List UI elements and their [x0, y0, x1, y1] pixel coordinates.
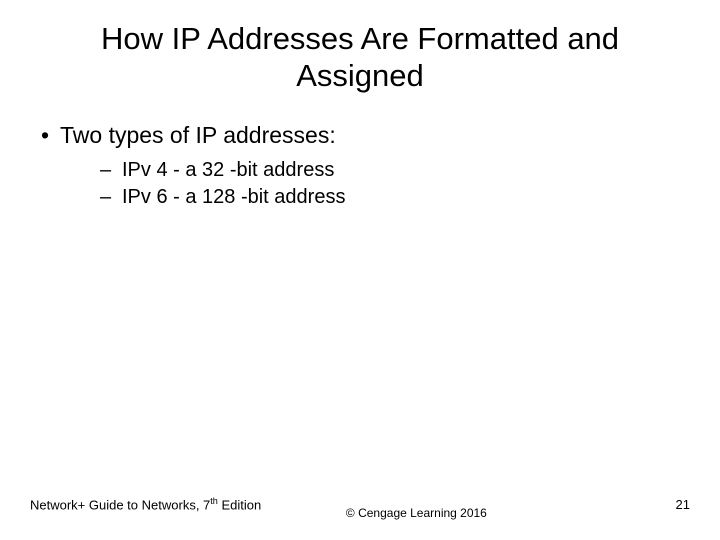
footer-left: Network+ Guide to Networks, 7th Edition [30, 496, 261, 512]
slide-content: • Two types of IP addresses: – IPv 4 - a… [0, 122, 720, 209]
bullet-text: Two types of IP addresses: [60, 122, 336, 149]
bullet-dot-icon: • [30, 122, 60, 149]
footer-left-pre: Network+ Guide to Networks, 7 [30, 497, 210, 512]
slide-title: How IP Addresses Are Formatted and Assig… [0, 20, 720, 94]
bullet-level-2: – IPv 4 - a 32 -bit address [100, 159, 720, 182]
bullet-dash-icon: – [100, 186, 122, 209]
bullet-text: IPv 6 - a 128 -bit address [122, 186, 345, 209]
footer-center: © Cengage Learning 2016 [346, 506, 487, 520]
bullet-level-1: • Two types of IP addresses: [30, 122, 720, 149]
page-number: 21 [676, 497, 690, 512]
bullet-text: IPv 4 - a 32 -bit address [122, 159, 334, 182]
footer-left-sup: th [210, 496, 218, 506]
footer-left-post: Edition [218, 497, 261, 512]
slide: How IP Addresses Are Formatted and Assig… [0, 0, 720, 540]
bullet-dash-icon: – [100, 159, 122, 182]
bullet-level-2: – IPv 6 - a 128 -bit address [100, 186, 720, 209]
